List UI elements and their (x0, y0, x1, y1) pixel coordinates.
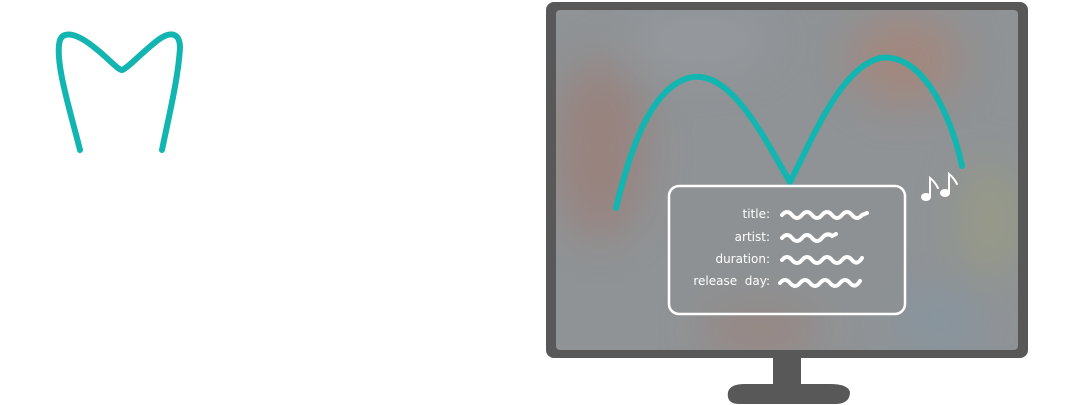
info-label-artist: artist: (734, 230, 770, 244)
monitor-illustration (546, 2, 1028, 404)
info-panel (667, 184, 907, 316)
info-label-release-day: release day: (693, 274, 770, 288)
info-label-duration: duration: (715, 252, 770, 266)
info-label-title: title: (742, 207, 770, 221)
monitor-stand-base (727, 384, 850, 404)
